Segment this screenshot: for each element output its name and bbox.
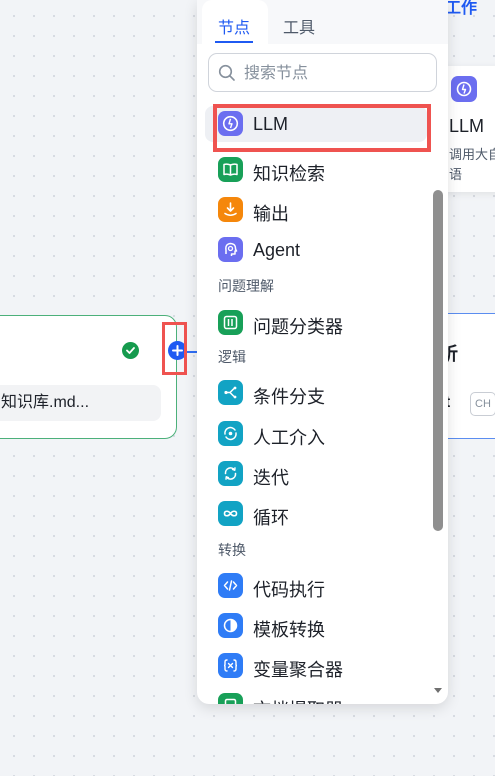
search-box[interactable] — [208, 53, 437, 92]
knowledge-node[interactable]: 知识库.md... — [0, 315, 177, 439]
node-item-label: 人工介入 — [253, 428, 325, 448]
node-item-human-intervention[interactable]: 人工介入 — [205, 416, 427, 452]
node-item-label: 循环 — [253, 508, 289, 528]
preview-name: LLM — [449, 116, 485, 136]
iterate-icon — [218, 461, 243, 486]
classifier-icon — [218, 310, 243, 335]
add-button-highlight — [162, 322, 187, 375]
node-list: LLM 知识检索 输出 Agent 问题理解 问题分类器 逻辑 条件分支 人工介… — [197, 104, 433, 704]
node-item-label: 文档提取器 — [253, 696, 343, 704]
group-label-transform: 转换 — [218, 542, 246, 558]
node-item-variable-aggregator[interactable]: 变量聚合器 — [205, 648, 427, 684]
book-icon — [218, 157, 243, 182]
node-item-document-extractor[interactable]: 文档提取器 — [205, 688, 427, 704]
node-item-label: 知识检索 — [253, 164, 325, 184]
llm-item-highlight — [213, 104, 431, 152]
llm-icon — [451, 76, 477, 102]
node-item-label: 条件分支 — [253, 387, 325, 407]
preview-description: 调用大自然语 — [449, 147, 495, 182]
scrollbar-thumb[interactable] — [433, 190, 443, 531]
output-icon — [218, 197, 243, 222]
agent-icon — [218, 237, 243, 262]
scroll-down-arrow-icon[interactable] — [434, 688, 442, 693]
node-item-label: 迭代 — [253, 468, 289, 488]
tab-nodes[interactable]: 节点 — [218, 14, 250, 38]
group-label-understanding: 问题理解 — [218, 278, 274, 294]
node-item-question-classifier[interactable]: 问题分类器 — [205, 305, 427, 341]
tab-underline — [215, 41, 253, 43]
group-label-logic: 逻辑 — [218, 349, 246, 365]
tab-tools[interactable]: 工具 — [283, 14, 315, 38]
node-item-label: 问题分类器 — [253, 317, 343, 337]
node-item-loop[interactable]: 循环 — [205, 496, 427, 532]
node-item-label: 模板转换 — [253, 620, 325, 640]
node-item-label: 变量聚合器 — [253, 660, 343, 680]
node-item-agent[interactable]: Agent — [205, 232, 427, 268]
branch-icon — [218, 380, 243, 405]
loop-icon — [218, 501, 243, 526]
template-icon — [218, 613, 243, 638]
node-item-condition-branch[interactable]: 条件分支 — [205, 375, 427, 411]
node-item-template-transform[interactable]: 模板转换 — [205, 608, 427, 644]
model-tag: CH — [470, 392, 495, 416]
search-input[interactable] — [242, 60, 431, 88]
success-check-icon — [122, 342, 139, 359]
workflow-title: 工作 — [445, 0, 478, 17]
code-icon — [218, 573, 243, 598]
panel-tabs: 节点 工具 — [197, 0, 448, 44]
node-item-iteration[interactable]: 迭代 — [205, 456, 427, 492]
node-item-label: Agent — [253, 240, 301, 260]
node-item-knowledge-retrieval[interactable]: 知识检索 — [205, 152, 427, 188]
doc-icon — [218, 693, 243, 704]
knowledge-file-pill: 知识库.md... — [0, 385, 161, 421]
variable-icon — [218, 653, 243, 678]
human-icon — [218, 421, 243, 446]
search-icon — [218, 64, 235, 81]
node-item-output[interactable]: 输出 — [205, 192, 427, 228]
node-item-code-execution[interactable]: 代码执行 — [205, 568, 427, 604]
node-item-label: 代码执行 — [253, 580, 325, 600]
node-item-label: 输出 — [253, 204, 289, 224]
